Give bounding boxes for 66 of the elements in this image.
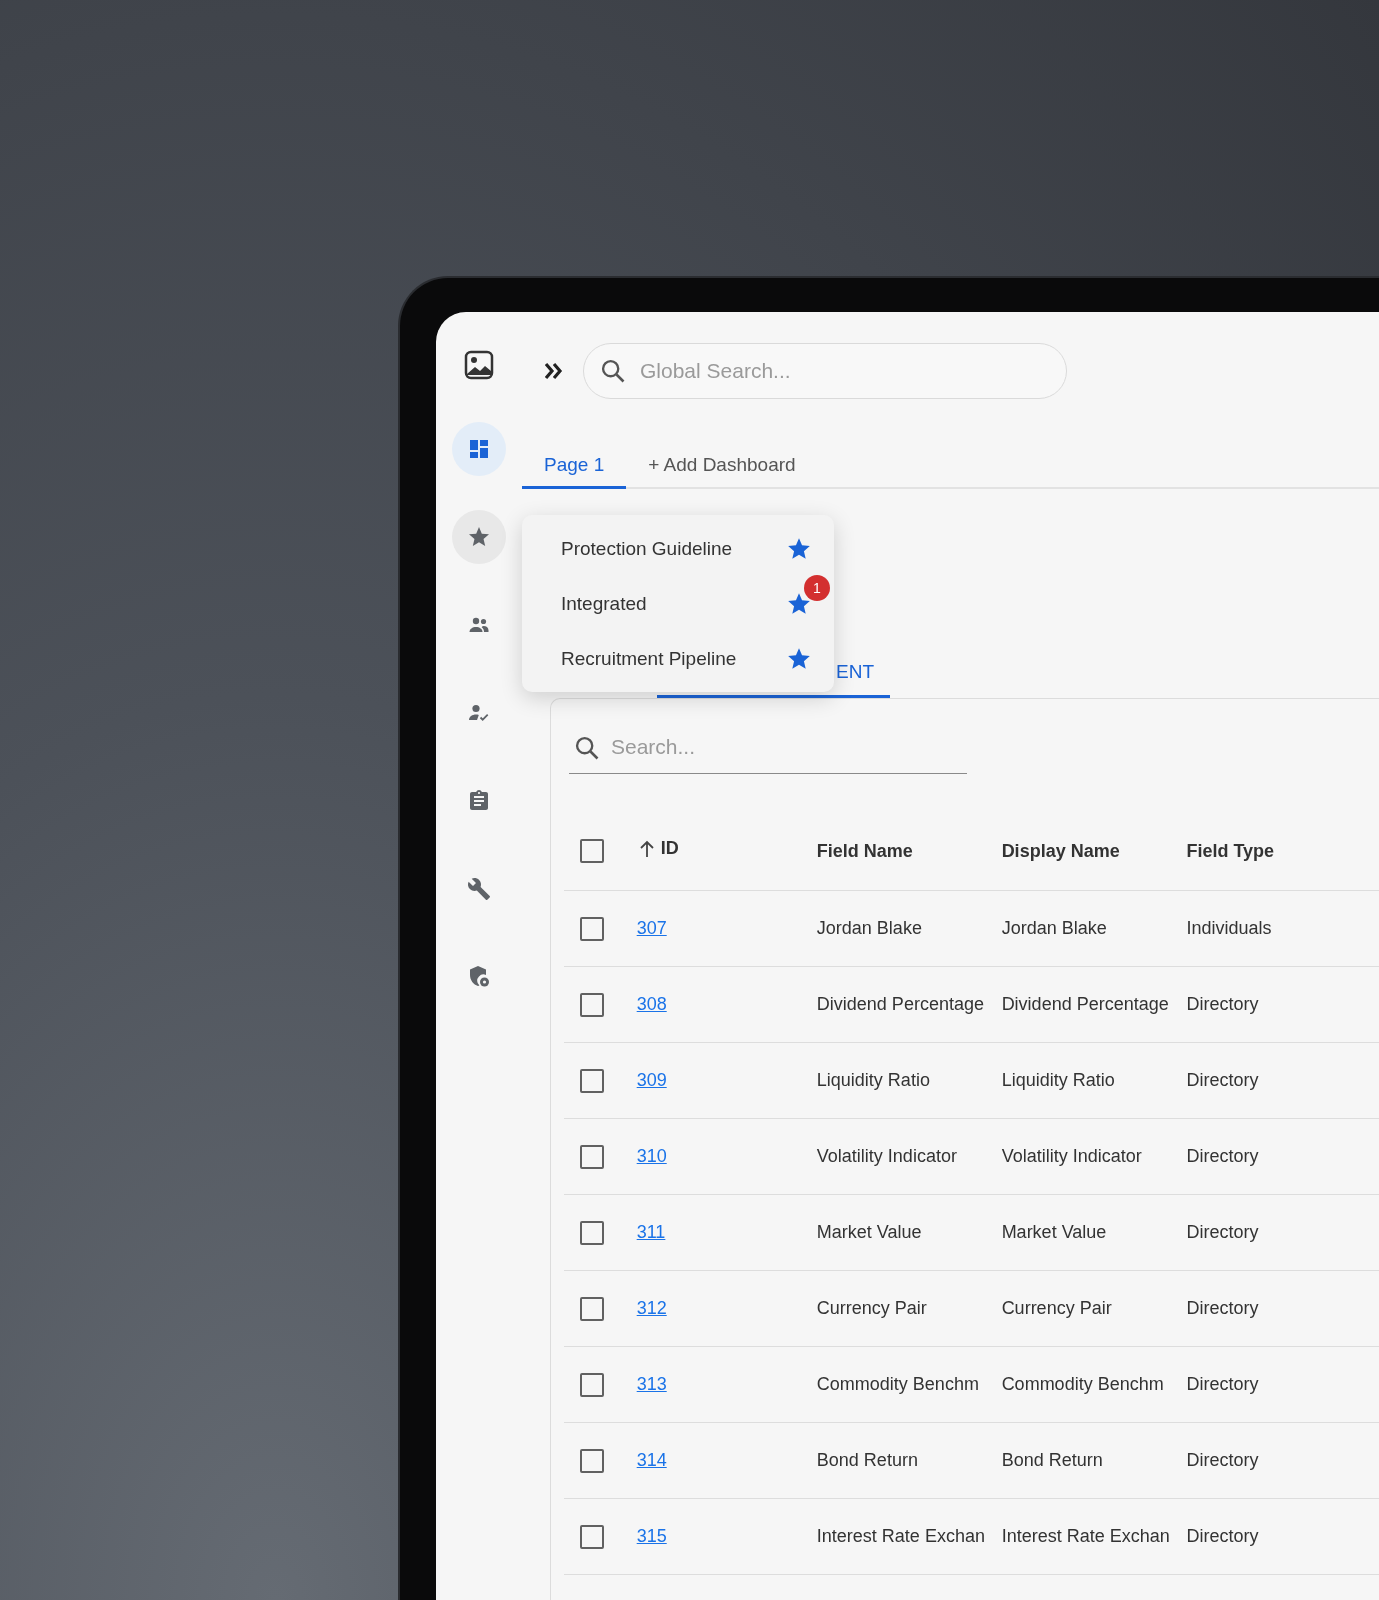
star-icon [467, 525, 491, 549]
id-link[interactable]: 315 [636, 1526, 667, 1546]
table-cell: Volatility Indicator [816, 1146, 957, 1166]
table-cell: Dividend Percentage [816, 994, 984, 1014]
dashboard-tab[interactable]: Page 1 [522, 446, 627, 489]
row-checkbox[interactable] [580, 1220, 604, 1245]
table-cell: Directory [1186, 994, 1259, 1014]
table-cell: Volatility Indicator [1001, 1146, 1142, 1166]
table-cell: Commodity Benchm [816, 1374, 979, 1394]
table-cell: Bond Return [1001, 1450, 1103, 1470]
table-cell: Market Value [1001, 1222, 1107, 1242]
id-link[interactable]: 309 [636, 1070, 667, 1090]
table-cell: Directory [1186, 1070, 1259, 1090]
table-cell: Liquidity Ratio [816, 1070, 930, 1090]
table-cell: Individuals [1186, 918, 1272, 938]
row-checkbox[interactable] [580, 1296, 604, 1321]
table-search-field[interactable]: Search... [569, 721, 967, 774]
column-header[interactable]: ID [660, 838, 679, 860]
dashboard-nav-button[interactable] [452, 422, 506, 476]
id-link[interactable]: 307 [636, 918, 667, 938]
table-cell: Currency Pair [816, 1298, 927, 1318]
table-cell: Directory [1186, 1222, 1259, 1242]
menu-item[interactable]: Recruitment Pipeline [561, 647, 737, 670]
table-cell: Interest Rate Exchan [816, 1526, 985, 1546]
column-header[interactable]: Field Type [1186, 840, 1275, 861]
wrench-icon [467, 877, 491, 901]
table-cell: Commodity Benchm [1001, 1374, 1164, 1394]
shield-icon [467, 965, 491, 989]
id-link[interactable]: 312 [636, 1298, 667, 1318]
id-link[interactable]: 313 [636, 1374, 667, 1394]
table-cell: Directory [1186, 1526, 1259, 1546]
table-cell: Directory [1186, 1298, 1259, 1318]
image-icon[interactable] [464, 350, 494, 380]
id-link[interactable]: 314 [636, 1450, 667, 1470]
select-all-checkbox[interactable] [580, 839, 604, 863]
global-search-field[interactable]: Global Search... [583, 343, 1067, 399]
table-cell: Liquidity Ratio [1001, 1070, 1115, 1090]
column-header[interactable]: Display Name [1001, 840, 1120, 861]
row-checkbox[interactable] [580, 1068, 604, 1093]
table-cell: Jordan Blake [1001, 918, 1107, 938]
table-cell: Currency Pair [1001, 1298, 1112, 1318]
row-checkbox[interactable] [580, 1144, 604, 1169]
id-link[interactable]: 308 [636, 994, 667, 1014]
search-icon [599, 357, 627, 385]
table-cell: Dividend Percentage [1001, 994, 1169, 1014]
row-checkbox[interactable] [580, 992, 604, 1017]
row-checkbox[interactable] [580, 1524, 604, 1549]
row-checkbox[interactable] [580, 916, 604, 941]
table-cell: Jordan Blake [816, 918, 922, 938]
dashboard-tab[interactable]: + Add Dashboard [626, 446, 818, 489]
table-cell: Directory [1186, 1146, 1259, 1166]
row-checkbox[interactable] [580, 1448, 604, 1473]
menu-item[interactable]: Integrated [561, 592, 647, 615]
id-link[interactable]: 311 [636, 1222, 666, 1242]
table-cell: Interest Rate Exchan [1001, 1526, 1170, 1546]
notification-badge: 1 [804, 574, 830, 601]
table-cell: Bond Return [816, 1450, 918, 1470]
table-cell: Directory [1186, 1450, 1259, 1470]
dashboard-icon [467, 437, 491, 461]
id-link[interactable]: 310 [636, 1146, 667, 1166]
clipboard-icon [467, 789, 491, 813]
menu-item[interactable]: Protection Guideline [561, 537, 733, 560]
table-cell: Directory [1186, 1374, 1259, 1394]
column-header[interactable]: Field Name [816, 840, 913, 861]
table-cell: Market Value [816, 1222, 922, 1242]
row-checkbox[interactable] [580, 1372, 604, 1397]
